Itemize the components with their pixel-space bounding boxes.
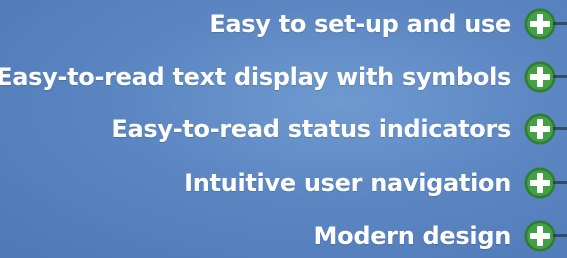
feature-list: Easy to set-up and use Easy-to-read text… — [0, 0, 567, 258]
feature-label: Easy to set-up and use — [209, 10, 511, 38]
plus-circle-icon — [523, 60, 557, 94]
plus-circle-icon — [523, 219, 557, 253]
feature-label: Intuitive user navigation — [184, 169, 511, 197]
plus-circle-icon — [523, 166, 557, 200]
plus-circle-icon — [523, 7, 557, 41]
connector-line — [553, 22, 567, 25]
feature-item: Easy-to-read text display with symbols — [0, 57, 567, 97]
feature-item: Easy-to-read status indicators — [111, 109, 567, 149]
feature-label: Modern design — [313, 222, 512, 250]
connector-line — [553, 75, 567, 78]
feature-item: Modern design — [314, 216, 567, 256]
feature-item: Intuitive user navigation — [184, 163, 567, 203]
feature-item: Easy to set-up and use — [209, 4, 567, 44]
connector-line — [553, 181, 567, 184]
connector-line — [553, 234, 567, 237]
connector-line — [553, 127, 567, 130]
feature-label: Easy-to-read status indicators — [111, 115, 511, 143]
plus-circle-icon — [523, 112, 557, 146]
feature-label: Easy-to-read text display with symbols — [0, 63, 511, 91]
